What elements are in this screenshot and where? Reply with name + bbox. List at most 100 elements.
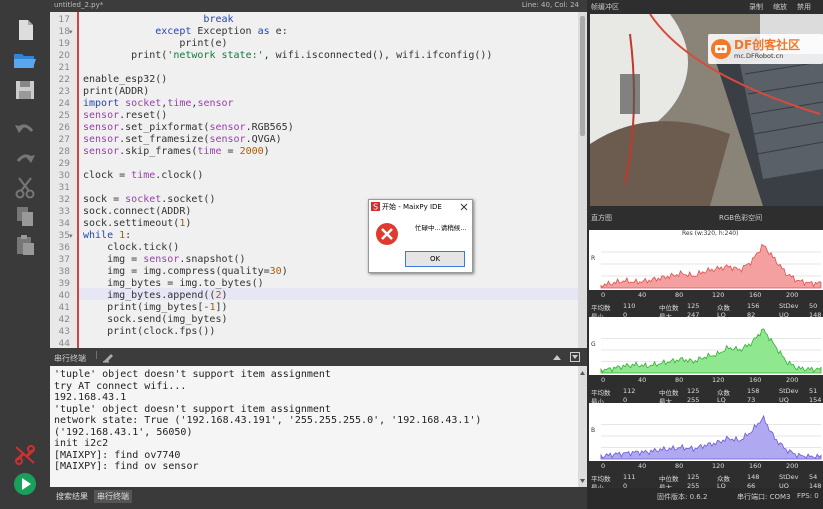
stat-value: 125 — [687, 302, 700, 310]
resolution-label: Res (w:320, h:240) — [682, 230, 739, 237]
code-line: img_bytes.append((2) — [83, 290, 228, 301]
new-file-icon[interactable] — [12, 18, 38, 42]
dialog-message: 忙碌中...请稍候... — [415, 224, 467, 232]
terminal-line: 'tuple' object doesn't support item assi… — [54, 369, 331, 380]
fold-arrow-icon[interactable]: ▾ — [69, 28, 73, 36]
right-panel: 帧缓冲区 录制 缩放 禁用 DF创客社区 mc.DFRobot.cn 直方图 R… — [587, 0, 823, 509]
channel-label: R — [591, 255, 596, 262]
code-line: print(e) — [83, 38, 228, 49]
code-editor[interactable]: 17 18 ▾ 19 20 21 22 23 24 25 26 27 28 29 30 31 32 33 34 35 ▾… — [50, 12, 587, 348]
busy-dialog: S 开始 - MaixPy IDE 忙碌中...请稍候... OK — [368, 199, 473, 273]
terminal-line: ('192.168.43.1', 56050) — [54, 426, 193, 438]
cut-icon[interactable] — [12, 176, 38, 200]
stat-value: 112 — [623, 387, 636, 395]
fold-arrow-icon[interactable]: ▾ — [69, 232, 73, 240]
axis-tick-label: 120 — [712, 462, 725, 470]
axis-tick-label: 200 — [786, 291, 799, 299]
scrollbar-thumb[interactable] — [580, 16, 585, 136]
code-line: sock = socket.socket() — [83, 194, 216, 205]
disable-button[interactable]: 禁用 — [797, 2, 811, 12]
axis-tick-label: 80 — [675, 462, 684, 470]
histogram-g: G — [589, 317, 823, 375]
axis-tick-label: 80 — [675, 376, 684, 384]
open-folder-icon[interactable] — [12, 48, 38, 72]
close-terminal-icon[interactable] — [570, 352, 580, 364]
axis-tick-label: 40 — [638, 462, 647, 470]
error-icon — [376, 223, 398, 245]
histogram-curve — [600, 328, 822, 374]
code-line: img_bytes = img.to_bytes() — [83, 278, 264, 289]
svg-text:S: S — [373, 203, 378, 212]
code-line: sock.connect(ADDR) — [83, 206, 192, 217]
terminal-line: try AT connect wifi... — [54, 380, 187, 392]
terminal-line: [MAIXPY]: find ov sensor — [54, 461, 199, 472]
paste-icon[interactable] — [12, 233, 38, 257]
code-line: sensor.set_pixformat(sensor.RGB565) — [83, 122, 294, 133]
stat-value: 158 — [747, 387, 760, 395]
line-number: 35 — [58, 231, 70, 241]
code-line: except Exception as e: — [155, 26, 288, 37]
line-number: 29 — [58, 159, 70, 169]
save-icon[interactable] — [12, 78, 38, 102]
framebuffer-label: 帧缓冲区 — [591, 3, 619, 11]
line-number: 34 — [58, 219, 70, 229]
undo-icon[interactable] — [12, 118, 38, 142]
clear-terminal-icon[interactable] — [102, 351, 114, 365]
code-line: while 1: — [83, 230, 132, 241]
tab-serial-terminal[interactable]: 串行终端 — [94, 490, 132, 503]
firmware-version: 固件版本: 0.6.2 — [657, 493, 708, 501]
file-tab[interactable]: untitled_2.py* — [54, 1, 103, 9]
line-number: 37 — [58, 255, 70, 265]
scroll-down-icon[interactable] — [580, 477, 585, 485]
expand-terminal-icon[interactable] — [552, 353, 562, 363]
robot-logo-icon — [711, 39, 731, 59]
stat-value: 125 — [687, 387, 700, 395]
app-icon: S — [371, 202, 380, 211]
watermark-title: DF创客社区 — [734, 38, 801, 52]
axis-tick-label: 0 — [601, 376, 606, 384]
editor-scrollbar[interactable] — [578, 12, 587, 348]
line-number: 28 — [58, 147, 70, 157]
code-line: img = sensor.snapshot() — [83, 254, 246, 265]
zoom-button[interactable]: 缩放 — [773, 2, 787, 12]
redo-icon[interactable] — [12, 148, 38, 172]
code-line: print(clock.fps()) — [83, 326, 216, 337]
ok-button[interactable]: OK — [405, 251, 465, 267]
histogram-curve — [600, 414, 822, 460]
stat-label: StDev — [779, 473, 799, 481]
line-number: 22 — [58, 75, 70, 85]
copy-icon[interactable] — [12, 204, 38, 228]
terminal-line: 'tuple' object doesn't support item assi… — [54, 403, 331, 415]
code-line: enable_esp32() — [83, 74, 168, 85]
close-icon[interactable] — [460, 203, 468, 211]
editor-tab-bar: untitled_2.py* Line: 40, Col: 24 — [50, 0, 587, 12]
serial-terminal[interactable]: 'tuple' object doesn't support item assi… — [50, 366, 587, 487]
line-number: 19 — [58, 39, 70, 49]
stat-value: 50 — [809, 302, 818, 310]
terminal-header: 串行终端 | — [50, 348, 587, 366]
code-line: sensor.reset() — [83, 110, 168, 121]
terminal-scrollbar[interactable] — [578, 366, 587, 487]
code-line: img = img.compress(quality=30) — [83, 266, 288, 277]
stat-value: 156 — [747, 302, 760, 310]
run-icon[interactable] — [12, 472, 38, 496]
line-number: 32 — [58, 195, 70, 205]
colorspace-select[interactable]: RGB色彩空间 — [719, 213, 762, 223]
scroll-up-icon[interactable] — [580, 368, 585, 382]
record-button[interactable]: 录制 — [749, 2, 763, 12]
line-number: 23 — [58, 87, 70, 97]
code-line: print(img_bytes[-1]) — [83, 302, 228, 313]
disconnect-icon[interactable] — [12, 443, 38, 467]
histogram-r: R — [589, 230, 823, 290]
df-watermark: DF创客社区 mc.DFRobot.cn — [708, 34, 823, 64]
terminal-title: 串行终端 — [54, 354, 86, 363]
axis-tick-label: 160 — [749, 376, 762, 384]
output-tabs: 搜索结果 串行终端 — [50, 487, 587, 509]
tab-search-results[interactable]: 搜索结果 — [56, 491, 88, 502]
histogram-curve — [600, 243, 822, 289]
line-number: 25 — [58, 111, 70, 121]
status-bar: 固件版本: 0.6.2 串行端口: COM3 FPS: 0 — [587, 488, 823, 509]
line-number: 36 — [58, 243, 70, 253]
toolbar-sidebar — [0, 0, 50, 509]
axis-tick-label: 120 — [712, 291, 725, 299]
